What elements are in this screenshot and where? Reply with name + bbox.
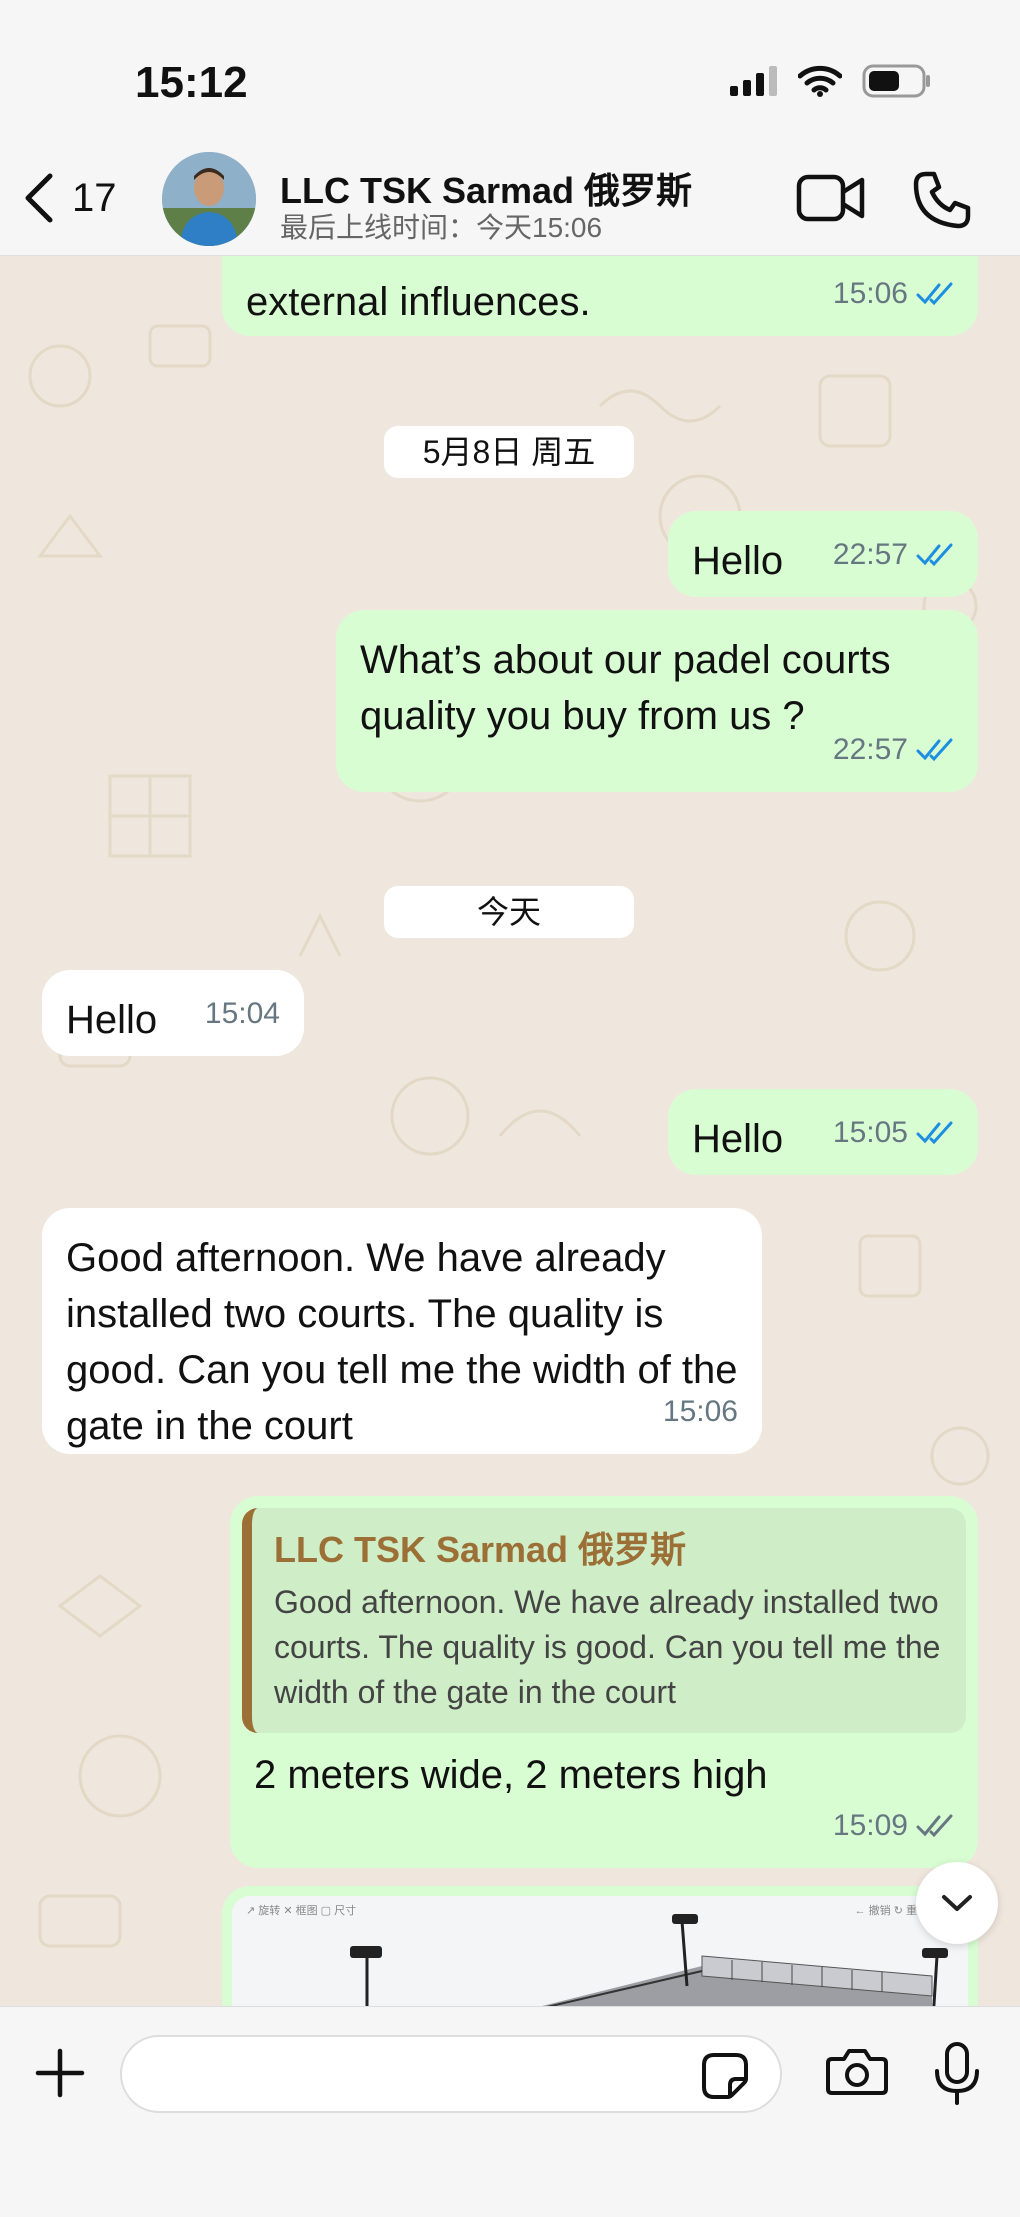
message-time: 22:57 [832, 733, 908, 766]
back-button[interactable]: 17 [18, 170, 117, 226]
video-camera-icon [796, 174, 865, 222]
voice-call-button[interactable] [912, 170, 972, 235]
message-meta: 15:06 [663, 1384, 738, 1440]
last-seen-status: 最后上线时间：今天15:06 [280, 212, 603, 243]
avatar-photo [162, 152, 256, 246]
image-message[interactable]: ↗ 旋转 ✕ 框图 ▢ 尺寸 ← 撤销 ↻ 重做 [222, 1886, 978, 2006]
sticker-icon [702, 2053, 748, 2099]
status-icons [730, 64, 932, 98]
camera-icon [826, 2049, 888, 2095]
camera-button[interactable] [826, 2047, 888, 2102]
message-time: 15:06 [662, 1395, 738, 1428]
chat-header: 17 LLC TSK Sarmad 俄罗斯 最后上线时间：今天15:06 [0, 150, 1020, 256]
scroll-to-bottom-button[interactable] [916, 1862, 998, 1944]
status-bar: 15:12 [0, 0, 1020, 150]
avatar[interactable] [162, 152, 256, 246]
message-time: 22:57 [832, 538, 908, 571]
wifi-icon [798, 65, 842, 97]
phone-icon [913, 171, 971, 229]
message-time: 15:05 [832, 1116, 908, 1149]
sticker-button[interactable] [700, 2051, 750, 2106]
video-call-button[interactable] [796, 172, 866, 229]
unread-count: 17 [72, 175, 117, 220]
message-time: 15:04 [204, 997, 280, 1030]
attach-button[interactable] [32, 2045, 88, 2106]
chevron-left-icon [25, 173, 53, 223]
outgoing-message[interactable]: Hello 22:57 [668, 511, 978, 597]
image-preview[interactable]: ↗ 旋转 ✕ 框图 ▢ 尺寸 ← 撤销 ↻ 重做 [232, 1896, 968, 2006]
read-ticks-icon [916, 738, 953, 762]
voice-message-button[interactable] [932, 2041, 982, 2112]
message-time: 15:06 [832, 277, 908, 310]
incoming-message[interactable]: Good afternoon. We have already installe… [42, 1208, 762, 1454]
battery-icon [862, 64, 930, 98]
status-time: 15:12 [135, 58, 248, 107]
message-input[interactable] [120, 2035, 782, 2113]
outgoing-message[interactable]: Hello 15:05 [668, 1089, 978, 1175]
microphone-icon [935, 2042, 979, 2105]
quoted-text: Good afternoon. We have already installe… [274, 1584, 941, 1710]
read-ticks-icon [916, 543, 953, 567]
outgoing-reply-message[interactable]: LLC TSK Sarmad 俄罗斯 Good afternoon. We ha… [230, 1496, 978, 1868]
message-meta: 22:57 [833, 722, 954, 778]
read-ticks-icon [916, 1121, 953, 1145]
chevron-down-icon [942, 1895, 972, 1911]
outgoing-message[interactable]: What’s about our padel courts quality yo… [336, 610, 978, 792]
chat-area[interactable]: external influences. 15:06 5月8日 周五 Hello… [0, 256, 1020, 2006]
date-separator: 5月8日 周五 [384, 426, 634, 478]
delivered-ticks-icon [916, 1814, 953, 1838]
read-ticks-icon [916, 282, 953, 306]
message-meta: 15:09 [833, 1798, 954, 1854]
message-meta: 15:04 [205, 986, 280, 1042]
padel-court-render [350, 1914, 948, 2006]
message-meta: 15:05 [833, 1105, 954, 1161]
message-text: 2 meters wide, 2 meters high [254, 1753, 768, 1797]
outgoing-message[interactable]: external influences. 15:06 [222, 256, 978, 336]
signal-icon [730, 66, 777, 96]
quoted-message[interactable]: LLC TSK Sarmad 俄罗斯 Good afternoon. We ha… [242, 1508, 966, 1733]
message-text: Good afternoon. We have already installe… [66, 1236, 738, 1448]
message-meta: 15:06 [833, 266, 954, 322]
date-separator: 今天 [384, 886, 634, 938]
plus-icon [35, 2048, 85, 2098]
message-time: 15:09 [832, 1809, 908, 1842]
message-input-bar [0, 2006, 1020, 2217]
incoming-message[interactable]: Hello 15:04 [42, 970, 304, 1056]
message-meta: 22:57 [833, 527, 954, 583]
quoted-sender: LLC TSK Sarmad 俄罗斯 [274, 1529, 687, 1570]
